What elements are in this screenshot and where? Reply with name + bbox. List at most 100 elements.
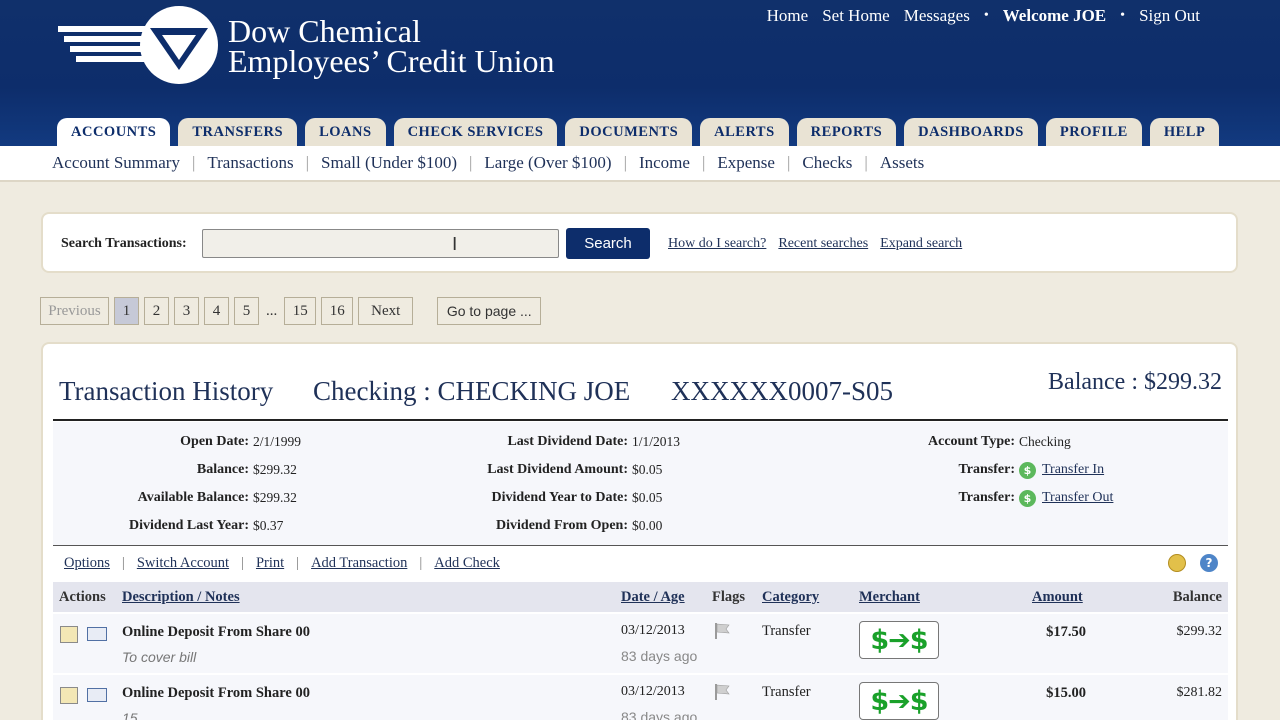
search-panel: Search Transactions: I Search How do I s… (41, 212, 1238, 273)
edit-icon[interactable] (60, 626, 78, 643)
subnav-expense[interactable]: Expense (717, 153, 775, 173)
page-title: Transaction History (59, 376, 274, 406)
print-link[interactable]: Print (256, 555, 284, 572)
account-name: Checking : CHECKING JOE (313, 376, 631, 406)
transfer-merchant-icon[interactable]: $➔$ (859, 621, 939, 659)
search-button[interactable]: Search (566, 228, 650, 259)
row-age: 83 days ago (621, 709, 698, 720)
separator: | (786, 153, 791, 172)
previous-page-button[interactable]: Previous (40, 297, 109, 325)
row-note: 15 (122, 710, 138, 720)
tab-loans[interactable]: LOANS (305, 118, 386, 146)
recent-searches-link[interactable]: Recent searches (778, 236, 868, 252)
col-date[interactable]: Date / Age (621, 589, 685, 606)
add-check-link[interactable]: Add Check (434, 555, 500, 572)
row-amount: $17.50 (1046, 624, 1086, 640)
row-category[interactable]: Transfer (762, 623, 811, 640)
search-links: How do I search? Recent searches Expand … (668, 236, 974, 252)
row-age: 83 days ago (621, 648, 698, 664)
col-category[interactable]: Category (762, 589, 819, 606)
dividend-from-open-label: Dividend From Open: (496, 518, 628, 533)
flag-icon[interactable] (713, 683, 731, 701)
tab-profile[interactable]: PROFILE (1045, 118, 1142, 146)
separator: | (419, 554, 423, 571)
subnav-checks[interactable]: Checks (802, 153, 852, 173)
tab-transfers[interactable]: TRANSFERS (178, 118, 298, 146)
balance-heading: Balance : $299.32 (1048, 369, 1222, 395)
subnav-large[interactable]: Large (Over $100) (484, 153, 611, 173)
page-15-button[interactable]: 15 (284, 297, 317, 325)
account-type-value: Checking (1019, 434, 1071, 449)
help-icon[interactable]: ? (1200, 554, 1218, 572)
set-home-link[interactable]: Set Home (822, 6, 890, 26)
account-number: XXXXXX0007-S05 (671, 376, 893, 406)
subnav-transactions[interactable]: Transactions (207, 153, 293, 173)
page-5-button[interactable]: 5 (234, 297, 259, 325)
col-amount[interactable]: Amount (1032, 589, 1083, 606)
tab-reports[interactable]: REPORTS (796, 118, 897, 146)
row-description[interactable]: Online Deposit From Share 00 (122, 624, 310, 641)
row-description[interactable]: Online Deposit From Share 00 (122, 685, 310, 702)
row-balance: $299.32 (1176, 624, 1223, 639)
row-date: 03/12/2013 (621, 623, 685, 638)
edit-icon[interactable] (60, 687, 78, 704)
separator: | (864, 153, 868, 172)
page-16-button[interactable]: 16 (321, 297, 354, 325)
tab-check-services[interactable]: CHECK SERVICES (393, 118, 558, 146)
sign-out-link[interactable]: Sign Out (1139, 6, 1200, 26)
col-merchant[interactable]: Merchant (859, 589, 920, 606)
options-link[interactable]: Options (64, 555, 110, 572)
separator: | (241, 554, 244, 571)
row-category[interactable]: Transfer (762, 684, 811, 701)
transfer-out-link[interactable]: Transfer Out (1042, 490, 1113, 507)
settings-icon[interactable] (1168, 554, 1186, 572)
next-page-button[interactable]: Next (358, 297, 414, 325)
dollar-icon: $ (1019, 462, 1036, 479)
row-amount: $15.00 (1046, 685, 1086, 701)
envelope-icon[interactable] (87, 688, 107, 702)
dollar-icon: $ (1019, 490, 1036, 507)
add-transaction-link[interactable]: Add Transaction (311, 555, 407, 572)
subnav-small[interactable]: Small (Under $100) (321, 153, 457, 173)
tab-help[interactable]: HELP (1149, 118, 1220, 146)
separator: | (701, 153, 706, 172)
tab-dashboards[interactable]: DASHBOARDS (904, 118, 1038, 146)
col-description[interactable]: Description / Notes (122, 589, 240, 606)
subnav-account-summary[interactable]: Account Summary (52, 153, 180, 173)
tab-documents[interactable]: DOCUMENTS (565, 118, 693, 146)
table-header: Actions Description / Notes Date / Age F… (53, 582, 1228, 612)
transfer-in-link[interactable]: Transfer In (1042, 462, 1104, 479)
flag-icon[interactable] (713, 622, 731, 640)
page-1-button[interactable]: 1 (114, 297, 139, 325)
expand-search-link[interactable]: Expand search (880, 236, 962, 252)
account-details: Open Date: 2/1/1999 Balance: $299.32 Ava… (53, 422, 1228, 546)
tab-accounts[interactable]: ACCOUNTS (57, 118, 171, 146)
go-to-page-button[interactable]: Go to page ... (437, 297, 542, 325)
envelope-icon[interactable] (87, 627, 107, 641)
separator: | (623, 153, 627, 172)
transfer-label: Transfer: (958, 490, 1016, 505)
main-tabs: ACCOUNTS TRANSFERS LOANS CHECK SERVICES … (57, 118, 1227, 146)
subnav-income[interactable]: Income (639, 153, 690, 173)
switch-account-link[interactable]: Switch Account (137, 555, 229, 572)
page-3-button[interactable]: 3 (174, 297, 199, 325)
search-input[interactable]: I (202, 229, 559, 258)
page-ellipsis: ... (264, 297, 280, 325)
page-2-button[interactable]: 2 (144, 297, 169, 325)
messages-link[interactable]: Messages (904, 6, 970, 26)
logo-icon[interactable] (58, 4, 220, 86)
top-links: Home Set Home Messages • Welcome JOE • S… (753, 6, 1200, 26)
tab-alerts[interactable]: ALERTS (700, 118, 789, 146)
col-actions: Actions (59, 589, 106, 605)
table-row[interactable]: Online Deposit From Share 00 To cover bi… (53, 614, 1228, 673)
subnav-assets[interactable]: Assets (880, 153, 924, 173)
text-cursor-icon: I (452, 234, 458, 255)
home-link[interactable]: Home (767, 6, 809, 26)
how-to-search-link[interactable]: How do I search? (668, 236, 766, 252)
table-row[interactable]: Online Deposit From Share 00 15 03/12/20… (53, 675, 1228, 720)
title-bar: Transaction History Checking : CHECKING … (53, 364, 1228, 421)
search-label: Search Transactions: (61, 236, 187, 251)
separator: | (305, 153, 310, 172)
page-4-button[interactable]: 4 (204, 297, 229, 325)
transfer-merchant-icon[interactable]: $➔$ (859, 682, 939, 720)
